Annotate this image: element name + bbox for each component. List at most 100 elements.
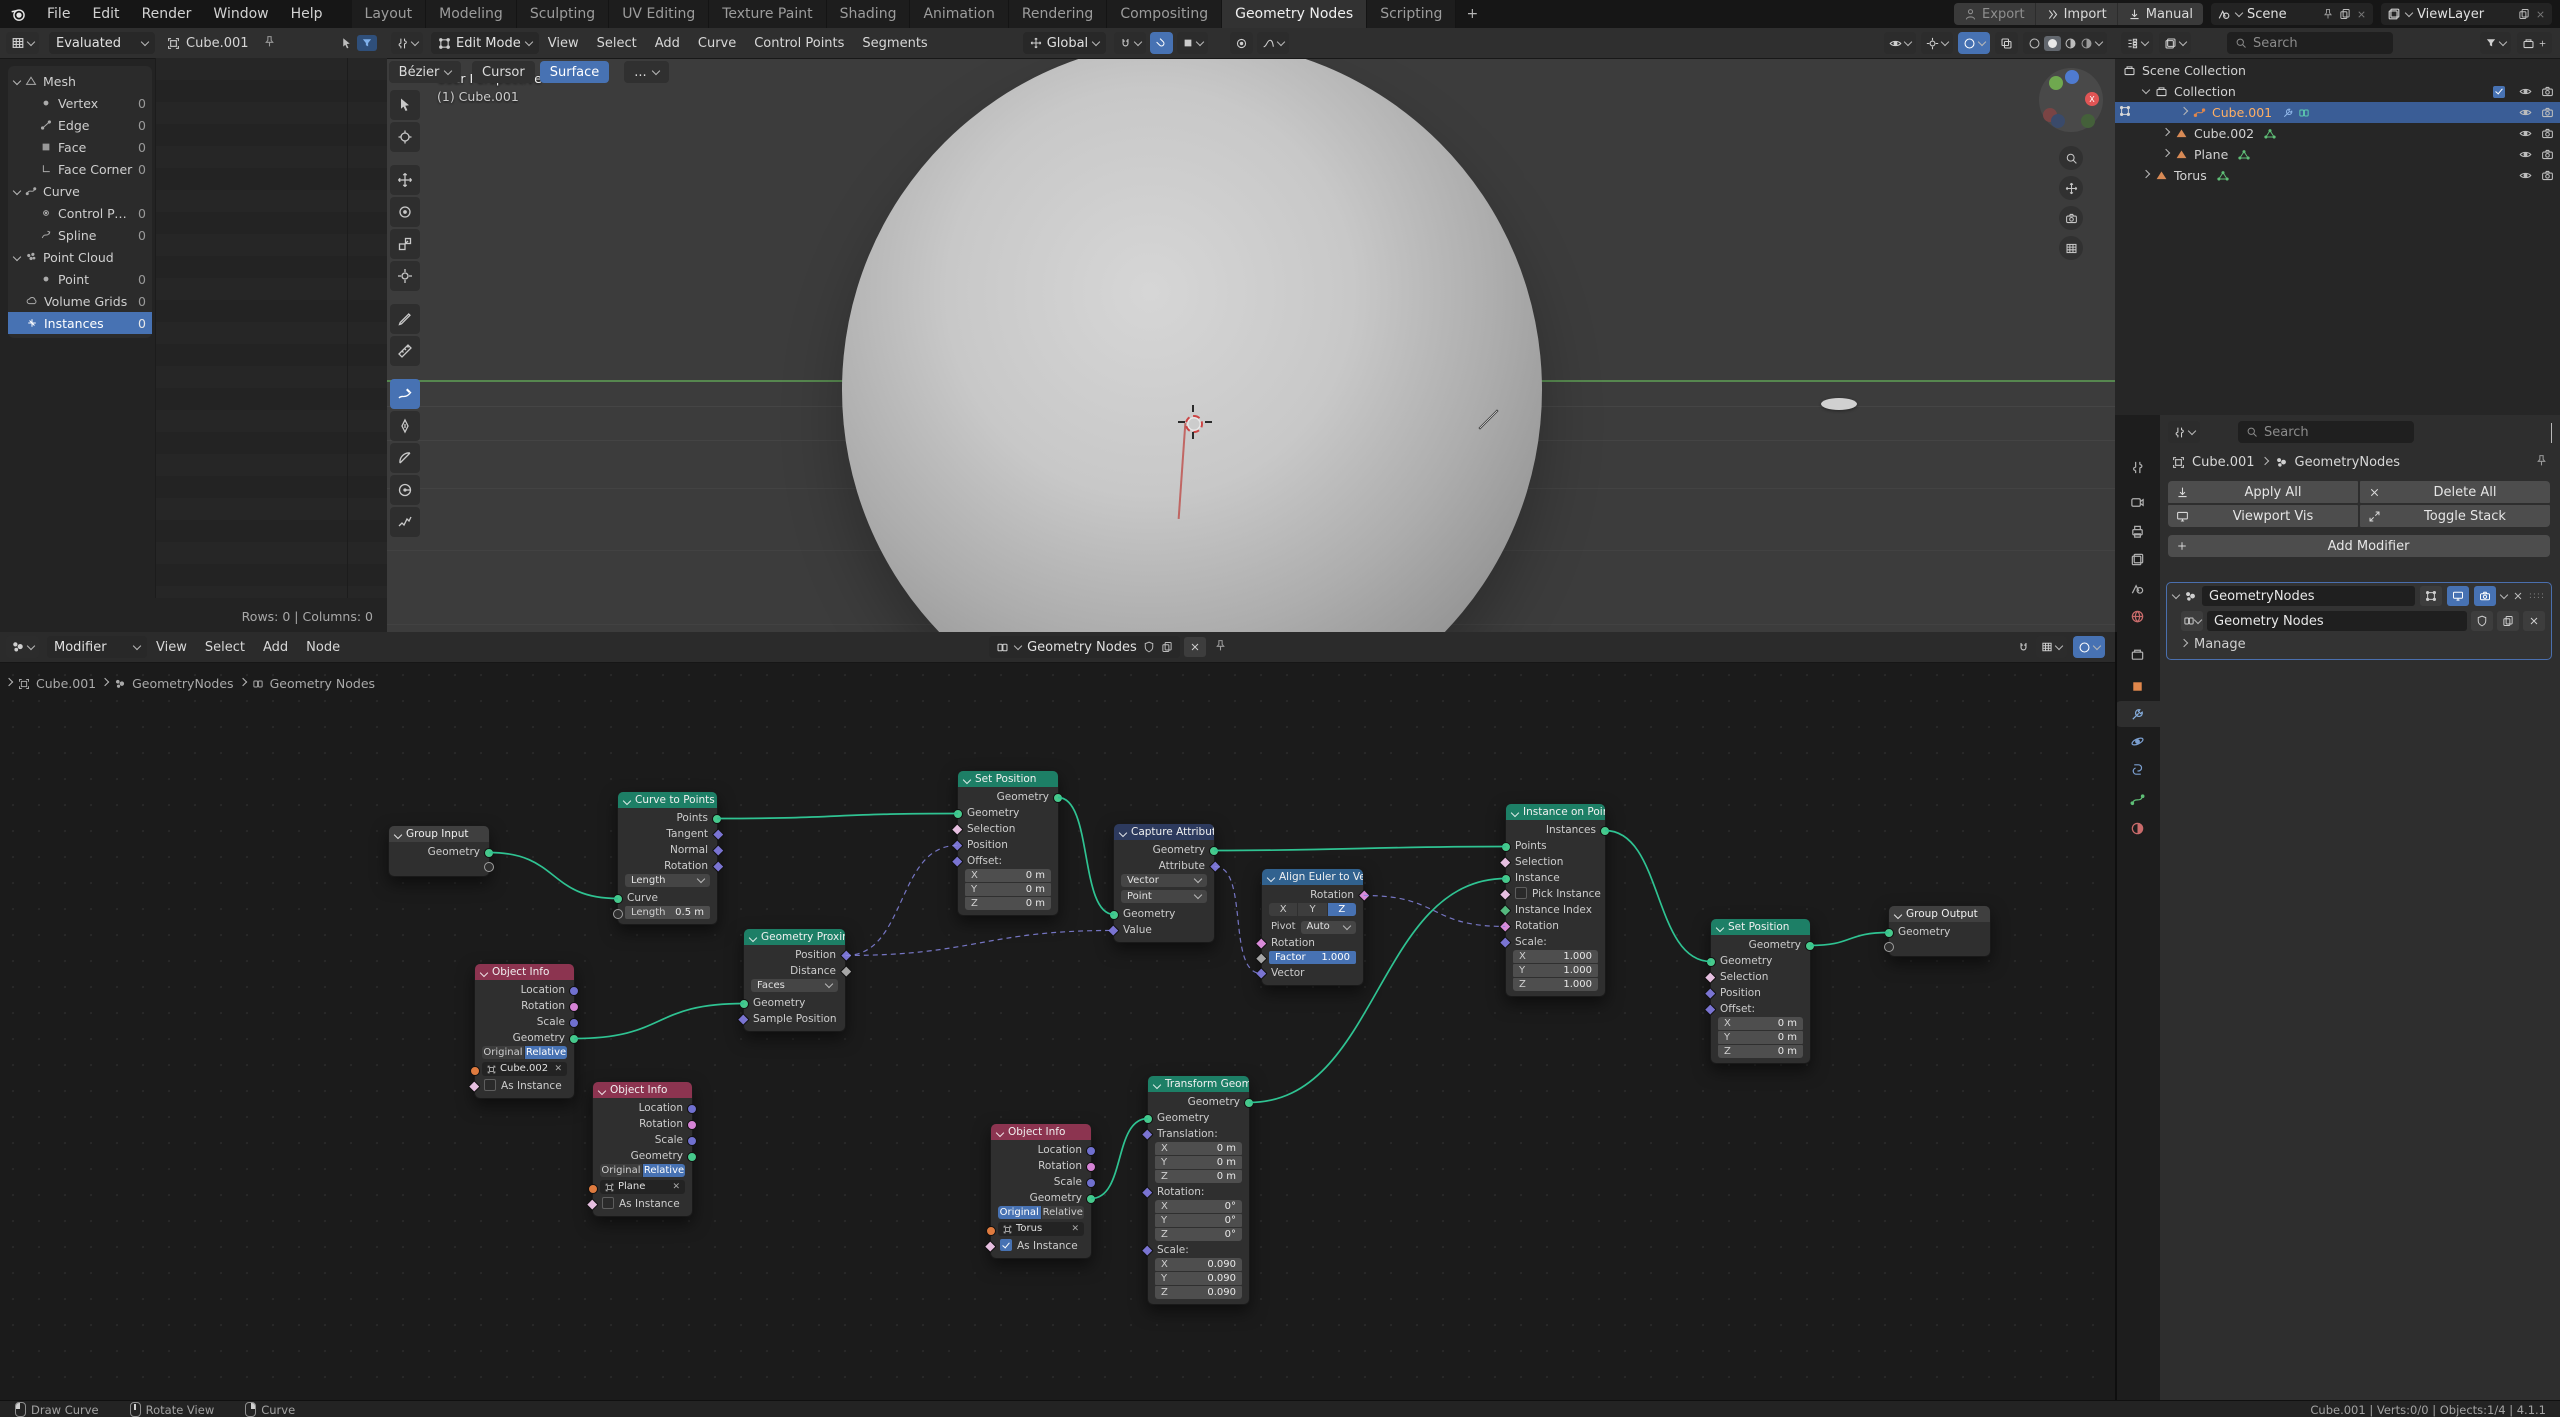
hide-eye-icon[interactable] bbox=[2519, 85, 2532, 98]
socket-geometry[interactable] bbox=[1109, 910, 1119, 920]
socket-geometry[interactable] bbox=[1053, 793, 1063, 803]
tool-randomize-button[interactable] bbox=[390, 507, 420, 537]
menu-edit[interactable]: Edit bbox=[81, 0, 130, 28]
expand-icon[interactable] bbox=[13, 186, 21, 194]
node-group-output[interactable]: Group OutputGeometry bbox=[1888, 905, 1991, 957]
manage-section[interactable]: Manage bbox=[2167, 633, 2551, 655]
socket-scale[interactable] bbox=[569, 1018, 579, 1028]
add-workspace-button[interactable]: + bbox=[1456, 0, 1488, 28]
expand-icon[interactable] bbox=[2162, 128, 2170, 136]
expand-icon[interactable] bbox=[13, 76, 21, 84]
magnet-icon[interactable] bbox=[2017, 641, 2030, 654]
tool-pen-button[interactable] bbox=[390, 411, 420, 441]
dataset-row-spline[interactable]: Spline0 bbox=[8, 224, 152, 246]
rendered-shading-icon[interactable] bbox=[2080, 37, 2093, 50]
node-field-x[interactable]: X0 m bbox=[1155, 1142, 1242, 1155]
node-transform-geometry[interactable]: Transform GeometryGeometryGeometryTransl… bbox=[1147, 1075, 1250, 1305]
node-menu-select[interactable]: Select bbox=[196, 632, 254, 662]
solid-shading-active[interactable] bbox=[2044, 36, 2061, 51]
dataset-row-mesh[interactable]: Mesh bbox=[8, 70, 152, 92]
node-field-x[interactable]: X1.000 bbox=[1513, 950, 1598, 963]
menu-help[interactable]: Help bbox=[280, 0, 334, 28]
node-tree-name-field[interactable]: Geometry Nodes bbox=[2207, 611, 2467, 631]
drag-handle[interactable]: :::: bbox=[2529, 591, 2545, 601]
falloff-dropdown[interactable] bbox=[1257, 32, 1289, 54]
node-set-position-2[interactable]: Set PositionGeometryGeometrySelectionPos… bbox=[1710, 918, 1811, 1064]
socket-geometry[interactable] bbox=[1706, 957, 1716, 967]
surface-button[interactable]: Surface bbox=[540, 61, 610, 83]
edit-mode-display-toggle[interactable] bbox=[2420, 586, 2442, 606]
transform-orientation-dropdown[interactable]: Global bbox=[1023, 32, 1106, 54]
add-modifier-button[interactable]: Add Modifier bbox=[2168, 535, 2550, 557]
viewport-menu-curve[interactable]: Curve bbox=[689, 28, 745, 58]
socket-geometry[interactable] bbox=[1209, 846, 1219, 856]
dataset-row-volume-grids[interactable]: Volume Grids0 bbox=[8, 290, 152, 312]
socket-rotation[interactable] bbox=[687, 1120, 697, 1130]
socket-location[interactable] bbox=[569, 986, 579, 996]
properties-tab-render[interactable] bbox=[2115, 489, 2160, 515]
workspace-tab-shading[interactable]: Shading bbox=[827, 0, 911, 28]
viewport-vis-button[interactable]: Viewport Vis bbox=[2168, 505, 2358, 527]
expand-icon[interactable] bbox=[13, 252, 21, 260]
object-field-plane[interactable]: Plane✕ bbox=[600, 1180, 685, 1194]
more-options-dropdown[interactable]: ... bbox=[624, 61, 668, 83]
node-menu-view[interactable]: View bbox=[147, 632, 196, 662]
node-field-x[interactable]: X0 m bbox=[965, 869, 1051, 882]
checkbox-as-instance[interactable] bbox=[484, 1079, 496, 1091]
properties-tab-tool[interactable] bbox=[2115, 454, 2160, 480]
tool-measure-button[interactable] bbox=[390, 336, 420, 366]
new-collection-button[interactable] bbox=[2517, 32, 2552, 54]
menu-window[interactable]: Window bbox=[202, 0, 279, 28]
properties-tab-collection[interactable] bbox=[2115, 641, 2160, 667]
expand-icon[interactable] bbox=[2162, 149, 2170, 157]
pin-icon[interactable] bbox=[2322, 8, 2334, 20]
overlays-dropdown[interactable] bbox=[1958, 32, 1990, 54]
outliner-search-input[interactable]: Search bbox=[2227, 32, 2393, 54]
remove-viewlayer-icon[interactable] bbox=[2535, 9, 2546, 20]
socket-geometry[interactable] bbox=[569, 1034, 579, 1044]
node-field-z[interactable]: Z1.000 bbox=[1513, 978, 1598, 991]
remove-modifier-icon[interactable] bbox=[2512, 590, 2524, 602]
properties-tab-scene[interactable] bbox=[2115, 575, 2160, 601]
socket-geometry[interactable] bbox=[1086, 1194, 1096, 1204]
viewport-menu-add[interactable]: Add bbox=[646, 28, 689, 58]
socket-geometry[interactable] bbox=[953, 809, 963, 819]
node-field-z[interactable]: Z0 m bbox=[1718, 1045, 1803, 1058]
manage-expand-icon[interactable] bbox=[2180, 638, 2188, 646]
socket-points[interactable] bbox=[712, 814, 722, 824]
editor-type-spreadsheet[interactable] bbox=[6, 32, 39, 54]
workspace-tab-animation[interactable]: Animation bbox=[910, 0, 1008, 28]
dataset-row-face-corner[interactable]: Face Corner0 bbox=[8, 158, 152, 180]
node-field-y[interactable]: Y0 m bbox=[1155, 1156, 1242, 1169]
workspace-tab-uv-editing[interactable]: UV Editing bbox=[609, 0, 709, 28]
node-object-info-3[interactable]: Object InfoLocationRotationScaleGeometry… bbox=[990, 1123, 1092, 1259]
pin-icon[interactable] bbox=[2535, 454, 2548, 467]
overlays-toggle[interactable] bbox=[2073, 636, 2105, 658]
properties-tab-object[interactable] bbox=[2115, 673, 2160, 699]
properties-search-input[interactable]: Search bbox=[2238, 421, 2414, 443]
new-scene-icon[interactable] bbox=[2339, 8, 2351, 20]
ortho-toggle-button[interactable] bbox=[2059, 236, 2083, 260]
node-field-z[interactable]: Z0° bbox=[1155, 1228, 1242, 1241]
menu-file[interactable]: File bbox=[36, 0, 81, 28]
node-field-x[interactable]: X0.090 bbox=[1155, 1258, 1242, 1271]
socket-geometry[interactable] bbox=[1805, 941, 1815, 951]
object-field-torus[interactable]: Torus✕ bbox=[998, 1222, 1084, 1236]
xray-toggle[interactable] bbox=[1995, 32, 2018, 54]
node-menu-add[interactable]: Add bbox=[254, 632, 297, 662]
node-set-position-1[interactable]: Set PositionGeometryGeometrySelectionPos… bbox=[957, 770, 1059, 916]
node-capture-attribute[interactable]: Capture AttributeGeometryAttributeVector… bbox=[1113, 823, 1215, 943]
virtual-socket[interactable] bbox=[1884, 942, 1894, 952]
proportional-edit-toggle[interactable] bbox=[1230, 32, 1253, 54]
socket-scale[interactable] bbox=[1086, 1178, 1096, 1188]
node-field-y[interactable]: Y0 m bbox=[1718, 1031, 1803, 1044]
socket-instance[interactable] bbox=[1501, 874, 1511, 884]
shield-icon[interactable] bbox=[1143, 641, 1155, 653]
disable-render-icon[interactable] bbox=[2541, 85, 2554, 98]
socket-object[interactable] bbox=[470, 1066, 480, 1076]
extras-dropdown-icon[interactable] bbox=[2500, 590, 2508, 598]
dataset-dropdown[interactable]: Evaluated bbox=[49, 32, 155, 54]
socket-object[interactable] bbox=[986, 1226, 996, 1236]
node-field-z[interactable]: Z0 m bbox=[1155, 1170, 1242, 1183]
workspace-tab-layout[interactable]: Layout bbox=[352, 0, 427, 28]
